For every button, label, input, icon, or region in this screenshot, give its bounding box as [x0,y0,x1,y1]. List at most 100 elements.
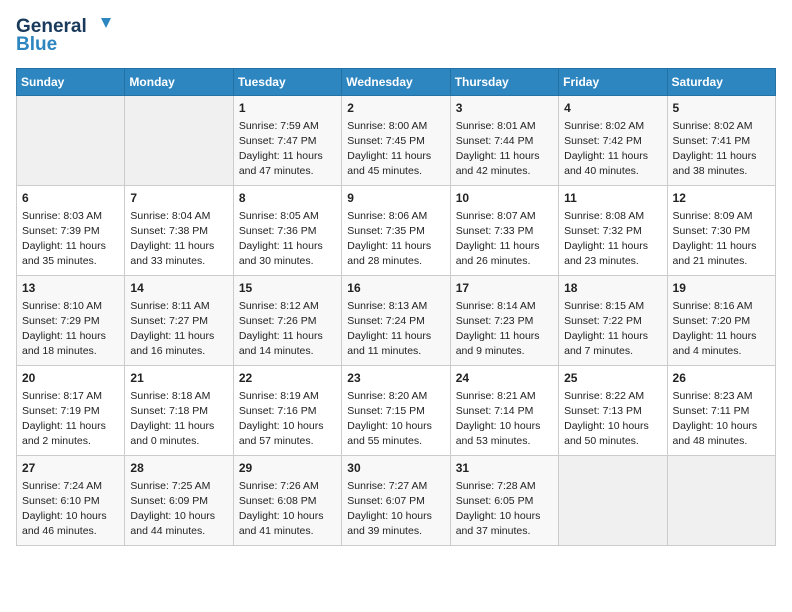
day-number: 18 [564,280,661,297]
calendar-cell: 13 Sunrise: 8:10 AM Sunset: 7:29 PM Dayli… [17,276,125,366]
day-info: Sunrise: 7:24 AM Sunset: 6:10 PM Dayligh… [22,479,119,540]
day-info: Sunrise: 8:21 AM Sunset: 7:14 PM Dayligh… [456,389,553,450]
day-info: Sunrise: 8:03 AM Sunset: 7:39 PM Dayligh… [22,209,119,270]
calendar-cell: 30Sunrise: 7:27 AM Sunset: 6:07 PM Dayli… [342,456,450,546]
day-info: Sunrise: 8:09 AM Sunset: 7:30 PM Dayligh… [673,209,770,270]
calendar-week-row: 13 Sunrise: 8:10 AM Sunset: 7:29 PM Dayli… [17,276,776,366]
weekday-header: Sunday [17,69,125,96]
calendar-cell: 6 Sunrise: 8:03 AM Sunset: 7:39 PM Daylig… [17,186,125,276]
weekday-header: Monday [125,69,233,96]
day-number: 27 [22,460,119,477]
weekday-header: Thursday [450,69,558,96]
calendar-cell: 12 Sunrise: 8:09 AM Sunset: 7:30 PM Dayli… [667,186,775,276]
day-number: 3 [456,100,553,117]
calendar-cell: 25 Sunrise: 8:22 AM Sunset: 7:13 PM Dayli… [559,366,667,456]
day-info: Sunrise: 8:11 AM Sunset: 7:27 PM Dayligh… [130,299,227,360]
day-number: 16 [347,280,444,297]
day-number: 8 [239,190,336,207]
calendar-week-row: 20 Sunrise: 8:17 AM Sunset: 7:19 PM Dayli… [17,366,776,456]
day-number: 17 [456,280,553,297]
calendar-cell: 11 Sunrise: 8:08 AM Sunset: 7:32 PM Dayli… [559,186,667,276]
calendar-cell: 16 Sunrise: 8:13 AM Sunset: 7:24 PM Dayli… [342,276,450,366]
day-number: 30 [347,460,444,477]
day-number: 20 [22,370,119,387]
day-number: 11 [564,190,661,207]
day-number: 26 [673,370,770,387]
day-number: 23 [347,370,444,387]
day-info: Sunrise: 7:26 AM Sunset: 6:08 PM Dayligh… [239,479,336,540]
calendar-cell: 10Sunrise: 8:07 AM Sunset: 7:33 PM Dayli… [450,186,558,276]
calendar-cell: 17 Sunrise: 8:14 AM Sunset: 7:23 PM Dayli… [450,276,558,366]
calendar-cell: 28 Sunrise: 7:25 AM Sunset: 6:09 PM Dayli… [125,456,233,546]
day-info: Sunrise: 8:15 AM Sunset: 7:22 PM Dayligh… [564,299,661,360]
day-info: Sunrise: 8:02 AM Sunset: 7:41 PM Dayligh… [673,119,770,180]
day-info: Sunrise: 8:23 AM Sunset: 7:11 PM Dayligh… [673,389,770,450]
day-number: 24 [456,370,553,387]
day-info: Sunrise: 8:02 AM Sunset: 7:42 PM Dayligh… [564,119,661,180]
day-number: 13 [22,280,119,297]
day-info: Sunrise: 8:10 AM Sunset: 7:29 PM Dayligh… [22,299,119,360]
day-info: Sunrise: 8:17 AM Sunset: 7:19 PM Dayligh… [22,389,119,450]
day-info: Sunrise: 8:01 AM Sunset: 7:44 PM Dayligh… [456,119,553,180]
calendar-cell: 5 Sunrise: 8:02 AM Sunset: 7:41 PM Daylig… [667,96,775,186]
day-number: 7 [130,190,227,207]
calendar-cell: 24 Sunrise: 8:21 AM Sunset: 7:14 PM Dayli… [450,366,558,456]
day-info: Sunrise: 8:05 AM Sunset: 7:36 PM Dayligh… [239,209,336,270]
calendar-cell: 18 Sunrise: 8:15 AM Sunset: 7:22 PM Dayli… [559,276,667,366]
day-info: Sunrise: 8:06 AM Sunset: 7:35 PM Dayligh… [347,209,444,270]
weekday-header: Wednesday [342,69,450,96]
day-info: Sunrise: 8:18 AM Sunset: 7:18 PM Dayligh… [130,389,227,450]
day-info: Sunrise: 8:22 AM Sunset: 7:13 PM Dayligh… [564,389,661,450]
calendar-cell: 29Sunrise: 7:26 AM Sunset: 6:08 PM Dayli… [233,456,341,546]
day-number: 12 [673,190,770,207]
day-number: 19 [673,280,770,297]
day-number: 25 [564,370,661,387]
calendar-cell: 8 Sunrise: 8:05 AM Sunset: 7:36 PM Daylig… [233,186,341,276]
day-info: Sunrise: 8:13 AM Sunset: 7:24 PM Dayligh… [347,299,444,360]
day-info: Sunrise: 8:14 AM Sunset: 7:23 PM Dayligh… [456,299,553,360]
calendar-table: SundayMondayTuesdayWednesdayThursdayFrid… [16,68,776,546]
calendar-cell: 23Sunrise: 8:20 AM Sunset: 7:15 PM Dayli… [342,366,450,456]
day-number: 14 [130,280,227,297]
calendar-cell: 2 Sunrise: 8:00 AM Sunset: 7:45 PM Daylig… [342,96,450,186]
calendar-cell [125,96,233,186]
weekday-header: Tuesday [233,69,341,96]
logo-bird-icon [89,14,111,36]
calendar-cell: 1 Sunrise: 7:59 AM Sunset: 7:47 PM Daylig… [233,96,341,186]
calendar-cell: 21 Sunrise: 8:18 AM Sunset: 7:18 PM Dayli… [125,366,233,456]
day-info: Sunrise: 7:59 AM Sunset: 7:47 PM Dayligh… [239,119,336,180]
day-number: 4 [564,100,661,117]
day-number: 5 [673,100,770,117]
calendar-cell: 31Sunrise: 7:28 AM Sunset: 6:05 PM Dayli… [450,456,558,546]
day-info: Sunrise: 7:25 AM Sunset: 6:09 PM Dayligh… [130,479,227,540]
calendar-cell: 20 Sunrise: 8:17 AM Sunset: 7:19 PM Dayli… [17,366,125,456]
day-info: Sunrise: 8:08 AM Sunset: 7:32 PM Dayligh… [564,209,661,270]
weekday-header: Saturday [667,69,775,96]
calendar-week-row: 6 Sunrise: 8:03 AM Sunset: 7:39 PM Daylig… [17,186,776,276]
calendar-cell: 7 Sunrise: 8:04 AM Sunset: 7:38 PM Daylig… [125,186,233,276]
day-number: 1 [239,100,336,117]
calendar-week-row: 1 Sunrise: 7:59 AM Sunset: 7:47 PM Daylig… [17,96,776,186]
day-info: Sunrise: 7:28 AM Sunset: 6:05 PM Dayligh… [456,479,553,540]
calendar-cell: 26 Sunrise: 8:23 AM Sunset: 7:11 PM Dayli… [667,366,775,456]
weekday-header: Friday [559,69,667,96]
calendar-cell [667,456,775,546]
calendar-week-row: 27 Sunrise: 7:24 AM Sunset: 6:10 PM Dayli… [17,456,776,546]
day-number: 2 [347,100,444,117]
calendar-cell: 14 Sunrise: 8:11 AM Sunset: 7:27 PM Dayli… [125,276,233,366]
weekday-header-row: SundayMondayTuesdayWednesdayThursdayFrid… [17,69,776,96]
page-header: General Blue [16,16,776,56]
calendar-cell [559,456,667,546]
calendar-cell: 15Sunrise: 8:12 AM Sunset: 7:26 PM Dayli… [233,276,341,366]
day-info: Sunrise: 8:04 AM Sunset: 7:38 PM Dayligh… [130,209,227,270]
calendar-cell [17,96,125,186]
calendar-cell: 19Sunrise: 8:16 AM Sunset: 7:20 PM Dayli… [667,276,775,366]
day-number: 21 [130,370,227,387]
day-number: 6 [22,190,119,207]
day-info: Sunrise: 8:19 AM Sunset: 7:16 PM Dayligh… [239,389,336,450]
day-number: 15 [239,280,336,297]
day-number: 9 [347,190,444,207]
day-number: 28 [130,460,227,477]
day-info: Sunrise: 8:00 AM Sunset: 7:45 PM Dayligh… [347,119,444,180]
calendar-cell: 4 Sunrise: 8:02 AM Sunset: 7:42 PM Daylig… [559,96,667,186]
